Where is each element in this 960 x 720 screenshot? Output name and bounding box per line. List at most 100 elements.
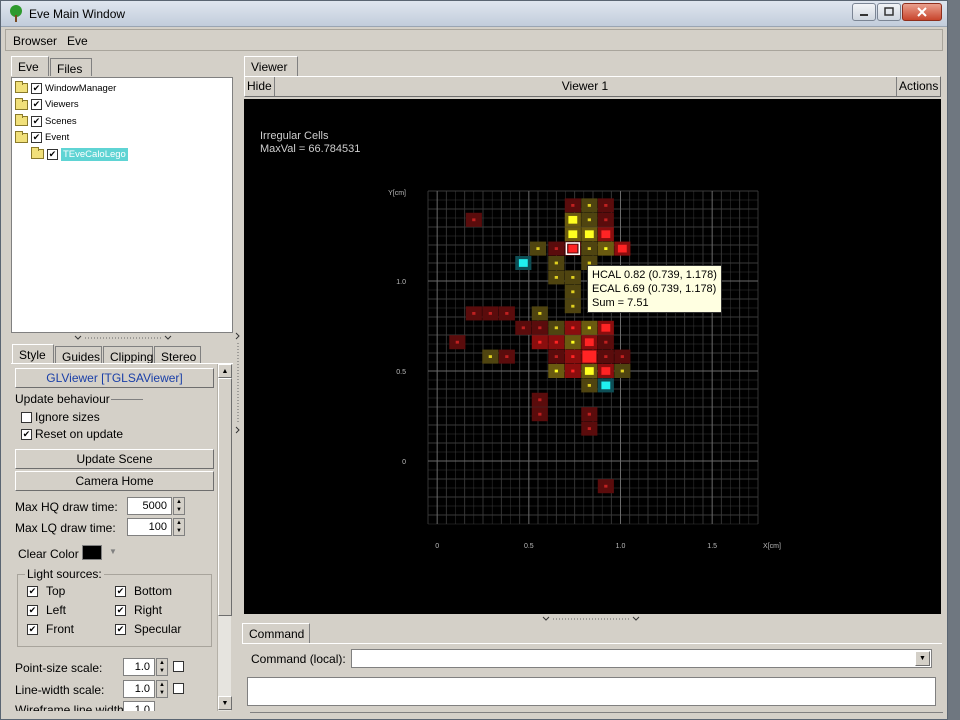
light-right-row[interactable]: ✔ Right [115, 603, 162, 617]
tab-guides[interactable]: Guides [55, 346, 102, 364]
tree-checkbox[interactable]: ✔ [31, 132, 42, 144]
light-checkbox[interactable]: ✔ [115, 604, 126, 616]
camera-home-button[interactable]: Camera Home [15, 471, 214, 491]
max-hq-spinner[interactable]: ▲ ▼ [173, 497, 185, 515]
chevron-down-icon[interactable]: ▼ [109, 547, 117, 556]
down-arrow-icon[interactable]: ▼ [157, 667, 167, 675]
calo-cell-tower [584, 367, 594, 375]
light-checkbox[interactable]: ✔ [27, 604, 38, 616]
tree-item[interactable]: ✔ Scenes [15, 113, 232, 130]
light-bottom-row[interactable]: ✔ Bottom [115, 584, 172, 598]
calo-lego-plot[interactable]: 0 0.5 1.0 1.5 1.0 0.5 0 Y[cm] X[cm] [244, 99, 941, 614]
splitter-right-h[interactable] [541, 614, 641, 626]
point-size-input[interactable]: 1.0 [123, 658, 155, 676]
main-window: Eve Main Window Browser Eve Eve Files ✔ W… [0, 0, 948, 720]
tab-command[interactable]: Command [242, 623, 310, 643]
update-scene-button[interactable]: Update Scene [15, 449, 214, 469]
reset-on-update-row[interactable]: ✔ Reset on update [21, 427, 123, 441]
down-arrow-icon[interactable]: ▼ [174, 506, 184, 514]
light-left-row[interactable]: ✔ Left [27, 603, 66, 617]
up-arrow-icon[interactable]: ▲ [157, 659, 167, 667]
light-label: Top [46, 584, 66, 598]
tab-eve[interactable]: Eve [11, 56, 49, 76]
splitter-vertical[interactable] [235, 53, 241, 713]
ignore-sizes-row[interactable]: Ignore sizes [21, 410, 100, 424]
close-button[interactable] [902, 3, 942, 21]
calo-cell-tower [505, 355, 509, 359]
splitter-left-h[interactable] [73, 333, 173, 345]
tree-checkbox[interactable]: ✔ [31, 99, 42, 111]
scrollbar-thumb[interactable] [218, 378, 232, 616]
line-width-checkbox[interactable] [173, 683, 184, 694]
tree-item[interactable]: ✔ TEveCaloLego [15, 146, 232, 163]
menu-eve[interactable]: Eve [67, 34, 88, 48]
tree-checkbox[interactable]: ✔ [31, 115, 42, 127]
editor-scrollbar[interactable]: ▲ ▼ [217, 364, 232, 711]
scroll-up-icon[interactable]: ▲ [218, 364, 232, 378]
light-checkbox[interactable]: ✔ [27, 585, 38, 597]
tab-files[interactable]: Files [50, 58, 92, 76]
up-arrow-icon[interactable]: ▲ [174, 498, 184, 506]
ignore-sizes-checkbox[interactable] [21, 411, 32, 423]
light-checkbox[interactable]: ✔ [115, 623, 126, 635]
max-lq-input[interactable]: 100 [127, 518, 172, 536]
tooltip-ecal: ECAL 6.69 (0.739, 1.178) [592, 283, 717, 295]
max-lq-spinner[interactable]: ▲ ▼ [173, 518, 185, 536]
divider [242, 643, 942, 644]
minimize-button[interactable] [852, 3, 876, 21]
calo-cell-tower [587, 261, 591, 265]
calo-cell-tower [584, 230, 594, 239]
tab-clipping[interactable]: Clipping [103, 346, 153, 364]
chevron-down-icon[interactable]: ▼ [915, 651, 930, 666]
hide-button[interactable]: Hide [247, 79, 272, 93]
scroll-down-icon[interactable]: ▼ [218, 696, 232, 710]
calo-cell-tower [587, 247, 591, 251]
light-specular-row[interactable]: ✔ Specular [115, 622, 181, 636]
cell-tooltip: HCAL 0.82 (0.739, 1.178) ECAL 6.69 (0.73… [587, 265, 722, 313]
light-front-row[interactable]: ✔ Front [27, 622, 74, 636]
command-combo[interactable]: ▼ [351, 649, 932, 668]
clear-color-swatch[interactable] [82, 545, 102, 560]
calo-cell-tower [604, 355, 608, 359]
max-hq-input[interactable]: 5000 [127, 497, 172, 515]
tree-item[interactable]: ✔ Event [15, 130, 232, 147]
list-tree: ✔ WindowManager ✔ Viewers ✔ Scenes ✔ Event ✔ TEve… [11, 77, 233, 333]
tree-item[interactable]: ✔ WindowManager [15, 80, 232, 97]
line-width-spinner[interactable]: ▲ ▼ [156, 680, 168, 698]
wireframe-input[interactable]: 1.0 [123, 701, 155, 711]
point-size-checkbox[interactable] [173, 661, 184, 672]
line-width-input[interactable]: 1.0 [123, 680, 155, 698]
calo-cell-tower [587, 203, 591, 207]
tree-item[interactable]: ✔ Viewers [15, 97, 232, 114]
up-arrow-icon[interactable]: ▲ [174, 519, 184, 527]
reset-on-update-checkbox[interactable]: ✔ [21, 428, 32, 440]
calo-cell-tower [571, 304, 575, 308]
viewer-title: Viewer 1 [561, 79, 609, 93]
down-arrow-icon[interactable]: ▼ [157, 689, 167, 697]
object-button[interactable]: GLViewer [TGLSAViewer] [15, 368, 214, 388]
calo-cell-tower [571, 290, 575, 294]
tree-item-label: Viewers [45, 99, 79, 111]
actions-button[interactable]: Actions [899, 79, 938, 93]
up-arrow-icon[interactable]: ▲ [157, 681, 167, 689]
menu-browser[interactable]: Browser [13, 34, 57, 48]
light-top-row[interactable]: ✔ Top [27, 584, 65, 598]
title-bar[interactable]: Eve Main Window [1, 1, 947, 27]
maximize-button[interactable] [877, 3, 901, 21]
light-checkbox[interactable]: ✔ [27, 623, 38, 635]
tab-viewer-1[interactable]: Viewer 1 [244, 56, 298, 88]
calo-cell-tower [568, 230, 578, 239]
down-arrow-icon[interactable]: ▼ [174, 527, 184, 535]
command-output [247, 677, 936, 706]
point-size-spinner[interactable]: ▲ ▼ [156, 658, 168, 676]
tab-style[interactable]: Style [12, 344, 54, 364]
calo-cell-tower [518, 259, 528, 267]
calo-cell-tower [472, 218, 476, 222]
light-checkbox[interactable]: ✔ [115, 585, 126, 597]
tree-checkbox[interactable]: ✔ [31, 82, 42, 94]
gl-canvas[interactable]: Irregular Cells MaxVal = 66.784531 0 0.5 1… [244, 99, 941, 614]
calo-cell-tower [538, 326, 542, 330]
tree-checkbox[interactable]: ✔ [47, 148, 58, 160]
tab-stereo[interactable]: Stereo [154, 346, 201, 364]
calo-cell-tower [601, 367, 611, 375]
